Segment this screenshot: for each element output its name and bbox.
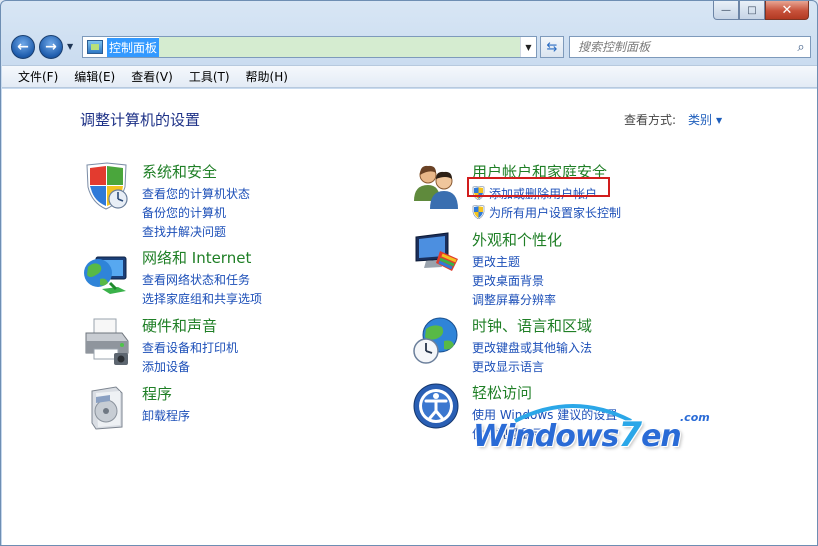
navigation-bar: ← → ▼ 控制面板 ▼ ⇆ ⌕	[9, 34, 811, 60]
link-view-computer-status[interactable]: 查看您的计算机状态	[142, 185, 250, 204]
watermark-brand: Windows7en	[473, 415, 682, 455]
users-icon	[414, 165, 458, 209]
address-bar[interactable]: 控制面板 ▼	[82, 36, 537, 58]
category-links: 查看网络状态和任务 选择家庭组和共享选项	[142, 271, 262, 309]
recent-pages-dropdown[interactable]: ▼	[67, 42, 73, 51]
category-title[interactable]: 用户帐户和家庭安全	[472, 161, 607, 182]
windows7en-watermark: Windows7en .com	[473, 399, 743, 459]
category-title[interactable]: 时钟、语言和区域	[472, 315, 592, 336]
address-text[interactable]: 控制面板	[107, 37, 160, 57]
menu-tools[interactable]: 工具(T)	[181, 66, 238, 87]
link-add-device[interactable]: 添加设备	[142, 358, 238, 377]
category-title[interactable]: 硬件和声音	[142, 315, 217, 336]
search-box[interactable]: ⌕	[569, 36, 811, 58]
menu-bar: 文件(F) 编辑(E) 查看(V) 工具(T) 帮助(H)	[2, 65, 817, 88]
link-devices-printers[interactable]: 查看设备和打印机	[142, 339, 238, 358]
chevron-down-icon: ▼	[525, 42, 532, 52]
chevron-down-icon: ▼	[716, 116, 723, 125]
link-troubleshoot[interactable]: 查找并解决问题	[142, 223, 250, 242]
search-input[interactable]	[570, 38, 792, 56]
category-title[interactable]: 外观和个性化	[472, 229, 562, 250]
refresh-button[interactable]: ⇆	[540, 36, 564, 58]
link-keyboard-input[interactable]: 更改键盘或其他输入法	[472, 339, 592, 358]
link-add-remove-accounts[interactable]: 添加或删除用户帐户	[472, 185, 621, 204]
uac-shield-icon	[472, 186, 485, 200]
network-globe-icon	[84, 256, 127, 294]
link-screen-resolution[interactable]: 调整屏幕分辨率	[472, 291, 556, 310]
view-by-dropdown[interactable]: 类别 ▼	[688, 111, 722, 128]
arrow-right-icon: →	[45, 39, 57, 55]
watermark-suffix: en	[641, 419, 682, 454]
menu-help[interactable]: 帮助(H)	[238, 66, 296, 87]
link-label: 添加或删除用户帐户	[489, 187, 598, 201]
address-field[interactable]	[159, 37, 520, 57]
menu-view[interactable]: 查看(V)	[123, 66, 181, 87]
chevron-down-icon: ▼	[67, 42, 74, 51]
watermark-seven: 7	[618, 415, 642, 455]
view-by-label: 查看方式:	[624, 113, 677, 127]
watermark-text: Windows	[473, 419, 619, 454]
link-change-theme[interactable]: 更改主题	[472, 253, 556, 272]
printer-icon	[85, 318, 129, 365]
maximize-button[interactable]: □	[739, 1, 765, 20]
category-links: 查看设备和打印机 添加设备	[142, 339, 238, 377]
programs-box-icon	[91, 386, 123, 430]
security-shield-icon	[86, 162, 128, 210]
link-desktop-background[interactable]: 更改桌面背景	[472, 272, 556, 291]
forward-button[interactable]: →	[39, 35, 63, 59]
page-title: 调整计算机的设置	[80, 111, 201, 129]
category-title[interactable]: 程序	[142, 383, 172, 404]
link-backup-computer[interactable]: 备份您的计算机	[142, 204, 250, 223]
link-parental-controls[interactable]: 为所有用户设置家长控制	[472, 204, 621, 223]
uac-shield-icon	[472, 205, 485, 219]
control-panel-icon	[87, 40, 103, 54]
address-dropdown[interactable]: ▼	[520, 37, 536, 57]
link-label: 为所有用户设置家长控制	[489, 206, 622, 220]
menu-edit[interactable]: 编辑(E)	[66, 66, 123, 87]
link-network-status[interactable]: 查看网络状态和任务	[142, 271, 262, 290]
category-links: 更改键盘或其他输入法 更改显示语言	[472, 339, 592, 377]
arrow-left-icon: ←	[17, 39, 29, 55]
category-links: 查看您的计算机状态 备份您的计算机 查找并解决问题	[142, 185, 250, 242]
back-button[interactable]: ←	[11, 35, 35, 59]
control-panel-window: — □ ✕ ← → ▼ 控制面板 ▼ ⇆ ⌕ 文件(F) 编辑(E) 查看(V)…	[0, 0, 818, 546]
clock-globe-icon	[413, 317, 458, 364]
category-links: 添加或删除用户帐户 为所有用户设置家长控制	[472, 185, 621, 223]
minimize-button[interactable]: —	[713, 1, 739, 20]
search-icon[interactable]: ⌕	[792, 40, 810, 55]
appearance-monitor-icon	[415, 232, 458, 271]
ease-of-access-icon	[413, 383, 459, 429]
caption-buttons: — □ ✕	[713, 1, 809, 21]
link-homegroup-sharing[interactable]: 选择家庭组和共享选项	[142, 290, 262, 309]
category-links: 更改主题 更改桌面背景 调整屏幕分辨率	[472, 253, 556, 310]
link-uninstall-program[interactable]: 卸载程序	[142, 407, 190, 426]
menu-file[interactable]: 文件(F)	[10, 66, 66, 87]
watermark-tld: .com	[680, 411, 710, 424]
category-links: 卸载程序	[142, 407, 190, 426]
close-button[interactable]: ✕	[765, 1, 809, 20]
refresh-icon: ⇆	[546, 39, 558, 55]
category-title[interactable]: 系统和安全	[142, 161, 217, 182]
view-by-value: 类别	[688, 113, 713, 127]
category-title[interactable]: 网络和 Internet	[142, 247, 251, 268]
link-display-language[interactable]: 更改显示语言	[472, 358, 592, 377]
content-pane: 调整计算机的设置 查看方式: 类别 ▼ 系统和安全 查看您的计算机状态 备份您的计…	[2, 89, 817, 545]
